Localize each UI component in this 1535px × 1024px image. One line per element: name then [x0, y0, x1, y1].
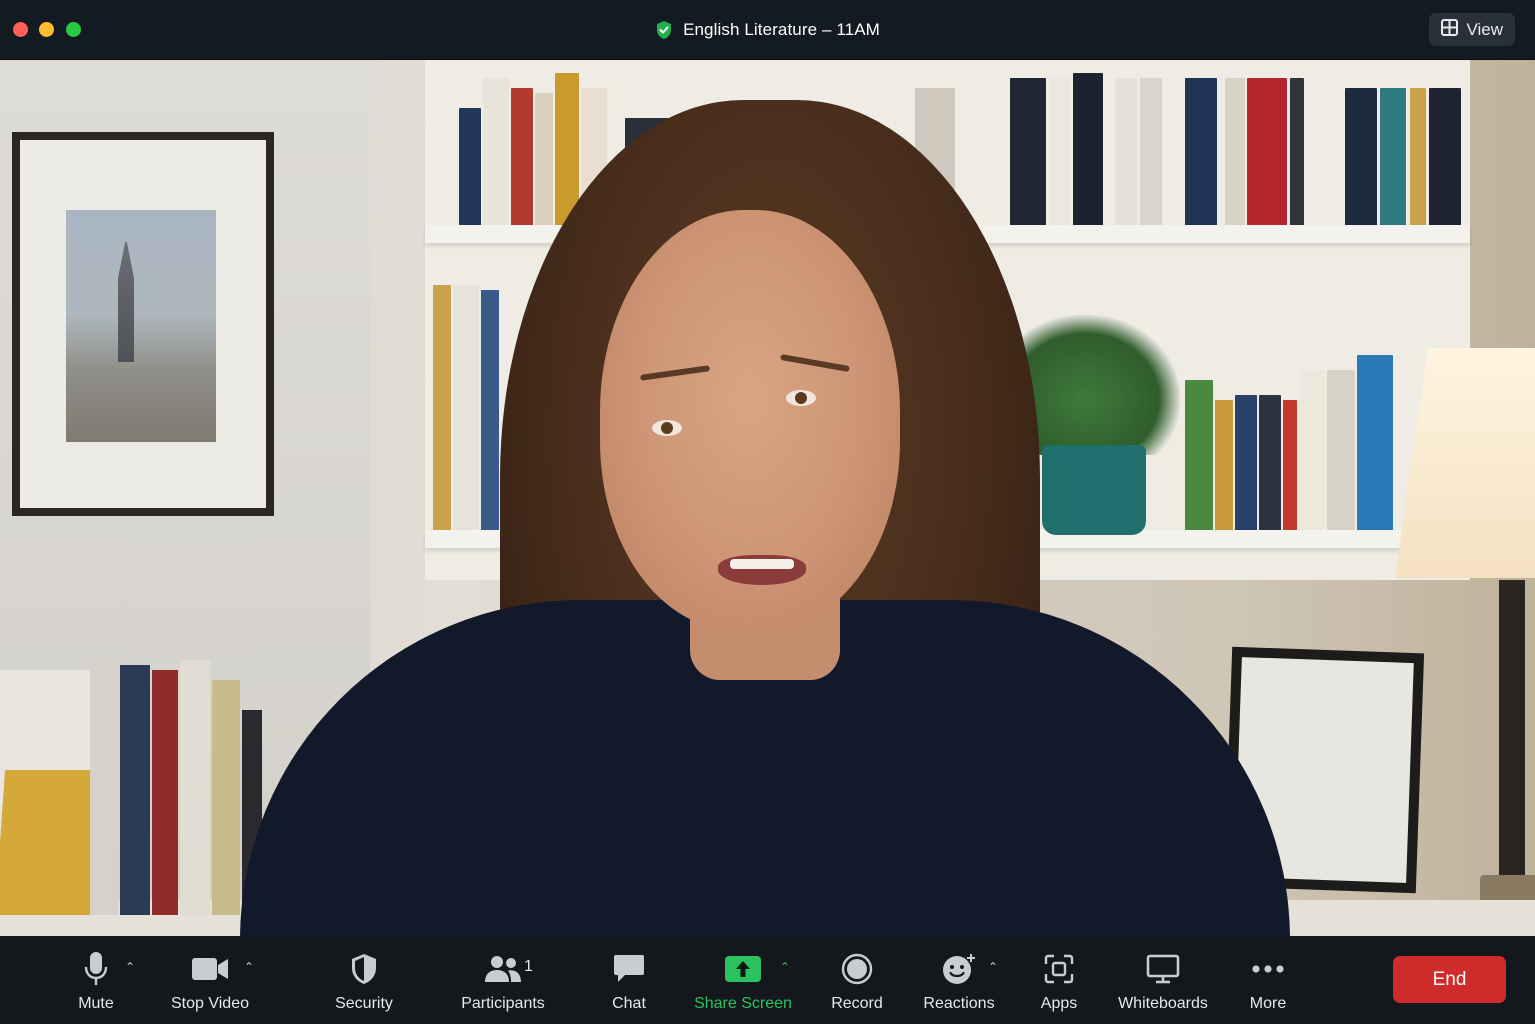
whiteboards-button[interactable]: Whiteboards	[1112, 936, 1214, 1024]
close-window-button[interactable]	[13, 22, 28, 37]
record-button[interactable]: Record	[826, 936, 888, 1024]
view-button-label: View	[1466, 19, 1503, 39]
whiteboard-icon	[1146, 949, 1180, 989]
chat-button[interactable]: Chat	[606, 936, 652, 1024]
framed-picture	[12, 132, 274, 516]
stop-video-label: Stop Video	[171, 995, 249, 1012]
share-screen-icon	[724, 949, 762, 989]
audio-options-caret[interactable]: ⌃	[125, 960, 135, 974]
participant-video[interactable]	[0, 60, 1535, 936]
end-meeting-button[interactable]: End	[1393, 956, 1506, 1003]
share-screen-label: Share Screen	[694, 995, 792, 1012]
view-button[interactable]: View	[1429, 13, 1515, 46]
apps-label: Apps	[1040, 995, 1078, 1012]
stop-video-button[interactable]: Stop Video	[165, 936, 255, 1024]
participants-label: Participants	[461, 995, 545, 1012]
minimize-window-button[interactable]	[39, 22, 54, 37]
reactions-label: Reactions	[923, 995, 995, 1012]
participants-button[interactable]: Participants	[456, 936, 550, 1024]
more-button[interactable]: More	[1244, 936, 1292, 1024]
whiteboards-label: Whiteboards	[1118, 995, 1208, 1012]
meeting-title: English Literature – 11AM	[683, 19, 880, 39]
record-icon	[841, 949, 873, 989]
end-label: End	[1432, 968, 1467, 990]
participant-face	[600, 210, 900, 630]
video-camera-icon	[191, 949, 229, 989]
reactions-button[interactable]: Reactions	[918, 936, 1000, 1024]
security-label: Security	[335, 995, 393, 1012]
mute-button[interactable]: Mute	[70, 936, 122, 1024]
zoom-window-button[interactable]	[66, 22, 81, 37]
more-dots-icon	[1251, 949, 1285, 989]
reactions-options-caret[interactable]: ⌃	[988, 960, 998, 974]
desk-books	[0, 650, 270, 925]
mute-label: Mute	[78, 995, 114, 1012]
microphone-icon	[84, 949, 108, 989]
participants-count: 1	[524, 958, 533, 975]
view-grid-icon	[1441, 18, 1459, 41]
reactions-icon	[942, 949, 976, 989]
more-label: More	[1249, 995, 1287, 1012]
video-options-caret[interactable]: ⌃	[244, 960, 254, 974]
apps-button[interactable]: Apps	[1036, 936, 1082, 1024]
participants-icon	[484, 949, 522, 989]
chat-bubble-icon	[613, 949, 645, 989]
secure-shield-icon[interactable]	[655, 20, 673, 40]
record-label: Record	[831, 995, 883, 1012]
chat-label: Chat	[612, 995, 646, 1012]
meeting-toolbar: Mute ⌃ Stop Video ⌃ Security Participant…	[0, 936, 1535, 1024]
plant-pot	[1042, 445, 1146, 535]
share-screen-button[interactable]: Share Screen	[690, 936, 796, 1024]
title-bar: English Literature – 11AM View	[0, 0, 1535, 60]
security-shield-icon	[350, 949, 378, 989]
share-options-caret[interactable]: ⌃	[780, 960, 790, 974]
apps-icon	[1044, 949, 1074, 989]
security-button[interactable]: Security	[328, 936, 400, 1024]
